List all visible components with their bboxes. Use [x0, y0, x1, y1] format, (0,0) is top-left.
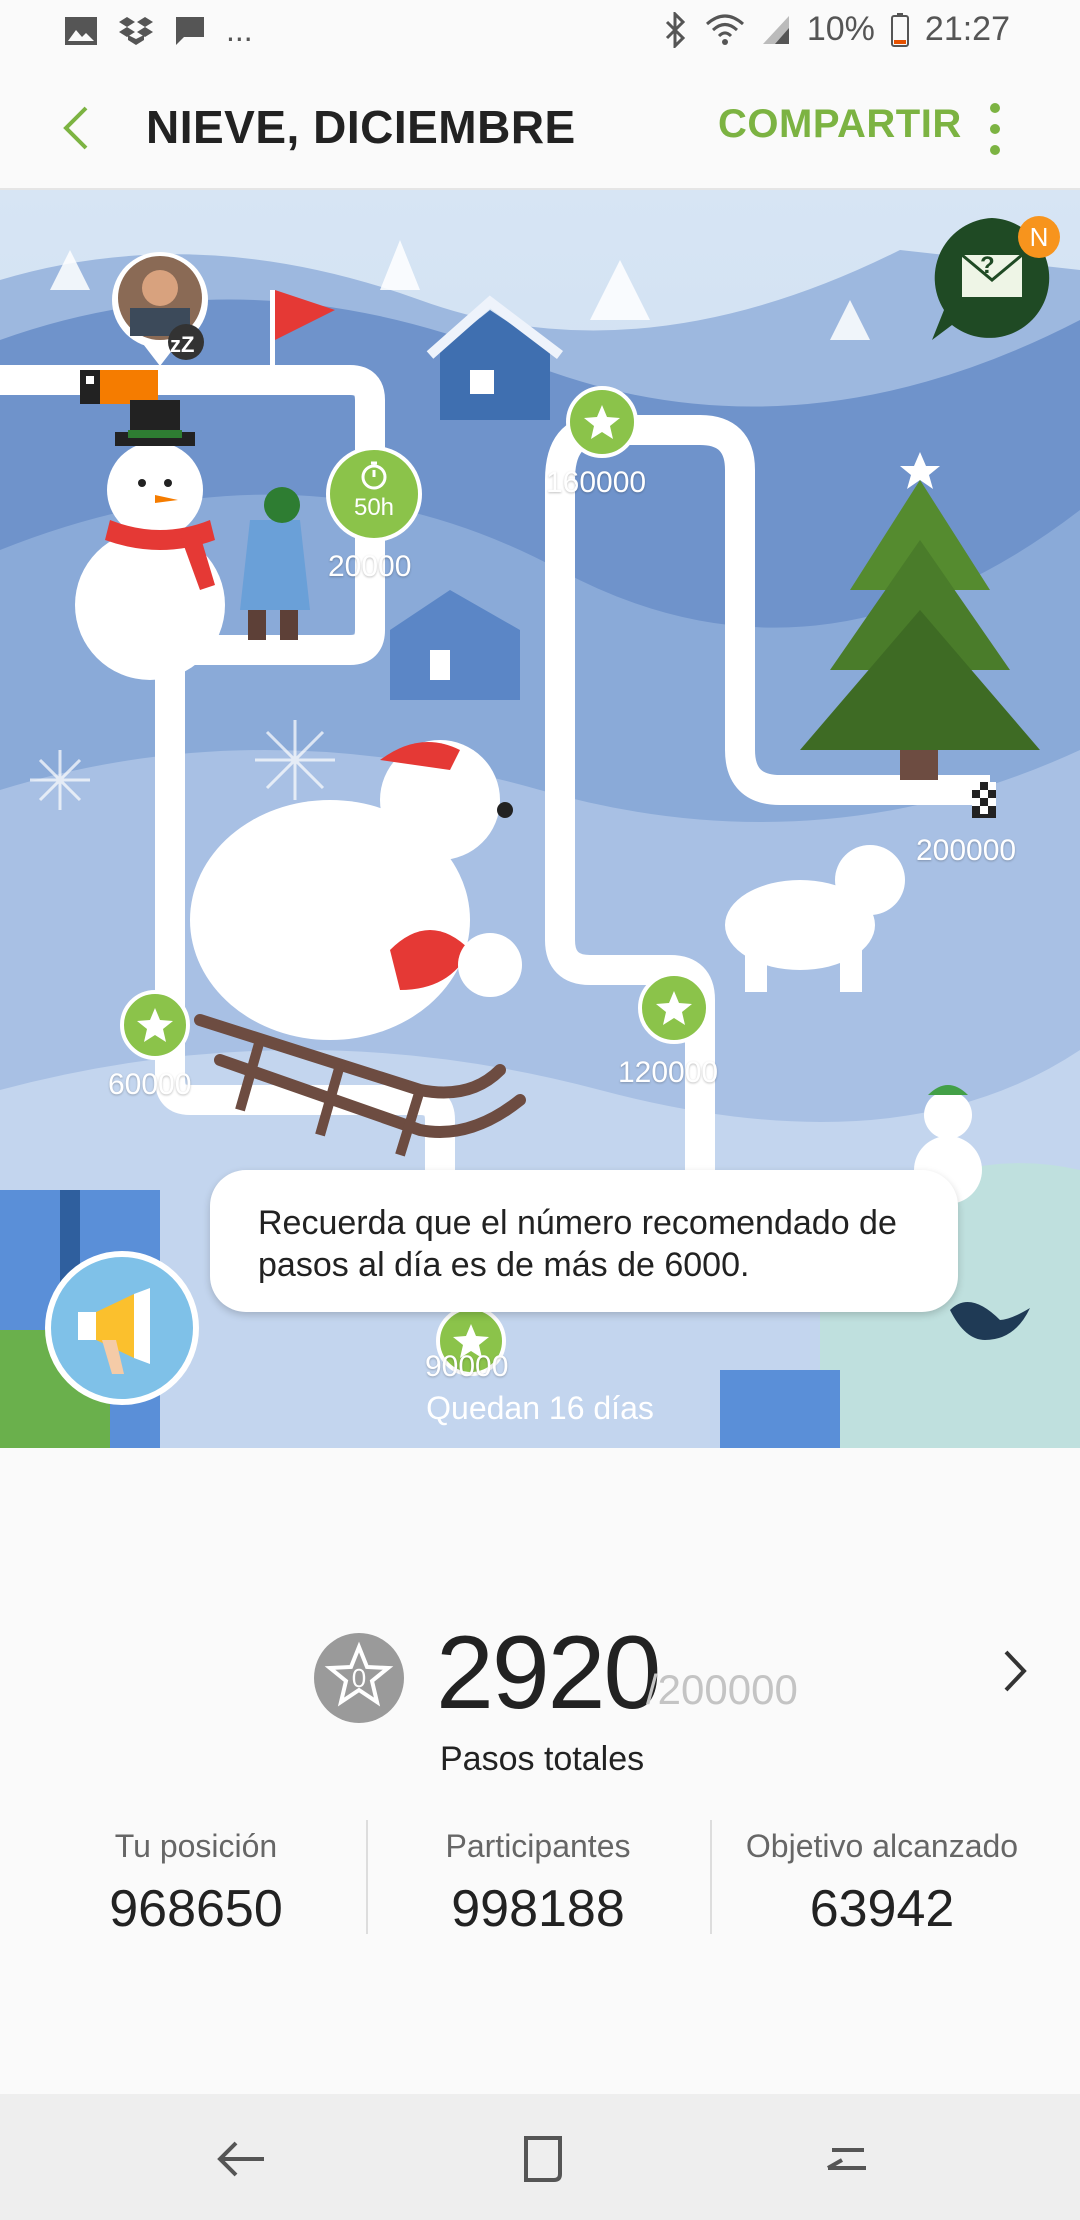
stat-label: Participantes [445, 1828, 631, 1864]
milestone-label: 160000 [546, 466, 647, 499]
milestone-label: 200000 [916, 834, 1017, 867]
nav-home-icon[interactable] [508, 2124, 578, 2194]
stat-goal-reached: Objetivo alcanzado 63942 [712, 1828, 1052, 1939]
clock: 21:27 [924, 10, 1010, 48]
wifi-icon [705, 14, 744, 45]
signal-icon [762, 15, 789, 44]
star-icon [656, 991, 692, 1025]
more-options-icon[interactable] [980, 94, 1010, 164]
milestone-timer-node[interactable]: 50h [326, 446, 422, 542]
challenge-map: ? N zZ 50h 20000 60000 90000 120000 1600… [0, 190, 1080, 1448]
star-icon [584, 405, 620, 439]
stats-panel: 0 2920 /200000 Pasos totales Tu posición… [0, 1448, 1080, 2094]
stat-value: 63942 [809, 1880, 955, 1938]
battery-percent: 10% [806, 10, 875, 48]
sleep-indicator: zZ [170, 332, 195, 357]
milestone-star-node[interactable] [638, 972, 710, 1044]
page-title: NIEVE, DICIEMBRE [146, 101, 576, 153]
total-steps: 2920 [436, 1615, 661, 1731]
milestone-label: 90000 [425, 1350, 509, 1383]
milestone-star-node[interactable] [566, 386, 638, 458]
more-indicator: ... [226, 12, 253, 48]
announcement-button[interactable] [42, 1248, 202, 1408]
image-icon [65, 16, 97, 45]
app-bar: NIEVE, DICIEMBRE COMPARTIR [0, 64, 1080, 190]
stopwatch-icon [361, 461, 387, 490]
milestone-label: 120000 [618, 1056, 719, 1089]
stat-value: 998188 [451, 1880, 625, 1938]
milestone-label: 60000 [108, 1068, 192, 1101]
milestone-star-node[interactable] [120, 990, 190, 1060]
star-icon [137, 1008, 173, 1042]
stat-participants: Participantes 998188 [368, 1828, 708, 1939]
bluetooth-icon [665, 11, 685, 48]
system-nav-bar [0, 2094, 1080, 2220]
nav-back-icon[interactable] [206, 2124, 276, 2194]
stat-label: Tu posición [114, 1828, 278, 1864]
stat-value: 968650 [109, 1880, 283, 1938]
goal-steps: /200000 [646, 1666, 798, 1713]
share-button[interactable]: COMPARTIR [718, 102, 962, 147]
star-count-badge: 0 [314, 1633, 404, 1723]
dropbox-icon [119, 16, 153, 45]
days-remaining: Quedan 16 días [426, 1390, 654, 1426]
status-bar: ... 10% 21:27 [0, 0, 1080, 64]
stat-label: Objetivo alcanzado [745, 1828, 1019, 1864]
notification-badge: N [1018, 216, 1060, 258]
finish-flag-icon [972, 782, 996, 818]
envelope-question-mark: ? [980, 252, 995, 279]
back-arrow-icon[interactable] [48, 98, 108, 158]
battery-icon [890, 12, 909, 47]
nav-recents-icon[interactable] [812, 2124, 882, 2194]
stat-position: Tu posición 968650 [26, 1828, 366, 1939]
message-icon [176, 16, 204, 45]
milestone-timer-label: 50h [353, 494, 395, 521]
total-steps-label: Pasos totales [440, 1740, 645, 1778]
star-count: 0 [351, 1663, 367, 1693]
tip-bubble: Recuerda que el número recomendado de pa… [210, 1170, 958, 1312]
chevron-right-icon[interactable] [994, 1646, 1034, 1696]
milestone-label: 20000 [328, 550, 412, 583]
